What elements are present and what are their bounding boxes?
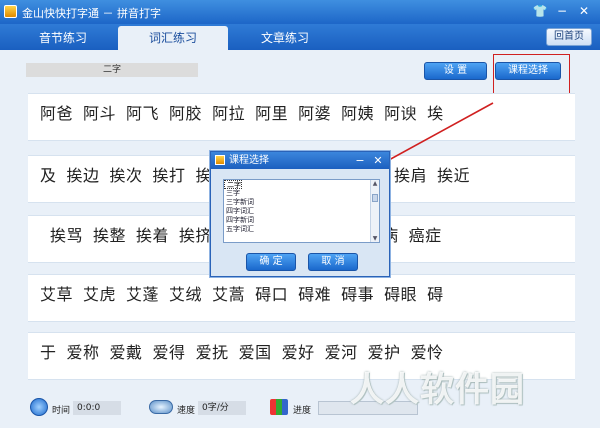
- course-listbox[interactable]: 二字 三字 三字新词 四字词汇 四字新词 五字词汇 ▲ ▼: [223, 179, 380, 243]
- dialog-title-bar: 课程选择 − ✕: [211, 152, 389, 169]
- speed-label: 速度: [177, 406, 196, 416]
- list-item[interactable]: 四字词汇: [224, 207, 379, 216]
- progress-label: 进度: [293, 406, 312, 416]
- dialog-minimize-icon[interactable]: −: [353, 152, 367, 169]
- dialog-title: 课程选择: [229, 155, 269, 166]
- speed-value: 0字/分: [198, 401, 246, 415]
- speed-icon: [149, 400, 173, 414]
- watermark-text: 人人软件园: [350, 370, 525, 410]
- list-item[interactable]: 三字: [224, 189, 379, 198]
- course-select-dialog: 课程选择 − ✕ 二字 三字 三字新词 四字词汇 四字新词 五字词汇 ▲ ▼ 确…: [210, 151, 390, 277]
- list-item[interactable]: 二字: [224, 180, 242, 189]
- dialog-app-icon: [215, 155, 225, 165]
- list-item[interactable]: 四字新词: [224, 216, 379, 225]
- clock-icon: [30, 398, 48, 416]
- dialog-cancel-button[interactable]: 取 消: [308, 253, 358, 271]
- progress-icon: [270, 399, 288, 415]
- scroll-up-icon[interactable]: ▲: [371, 180, 379, 187]
- list-item[interactable]: 三字新词: [224, 198, 379, 207]
- listbox-scrollbar[interactable]: ▲ ▼: [370, 180, 379, 242]
- dialog-close-icon[interactable]: ✕: [371, 152, 385, 169]
- scroll-thumb[interactable]: [372, 194, 378, 202]
- time-value: 0:0:0: [73, 401, 121, 415]
- scroll-down-icon[interactable]: ▼: [371, 235, 379, 242]
- time-label: 时间: [52, 406, 71, 416]
- dialog-ok-button[interactable]: 确 定: [246, 253, 296, 271]
- list-item[interactable]: 五字词汇: [224, 225, 379, 234]
